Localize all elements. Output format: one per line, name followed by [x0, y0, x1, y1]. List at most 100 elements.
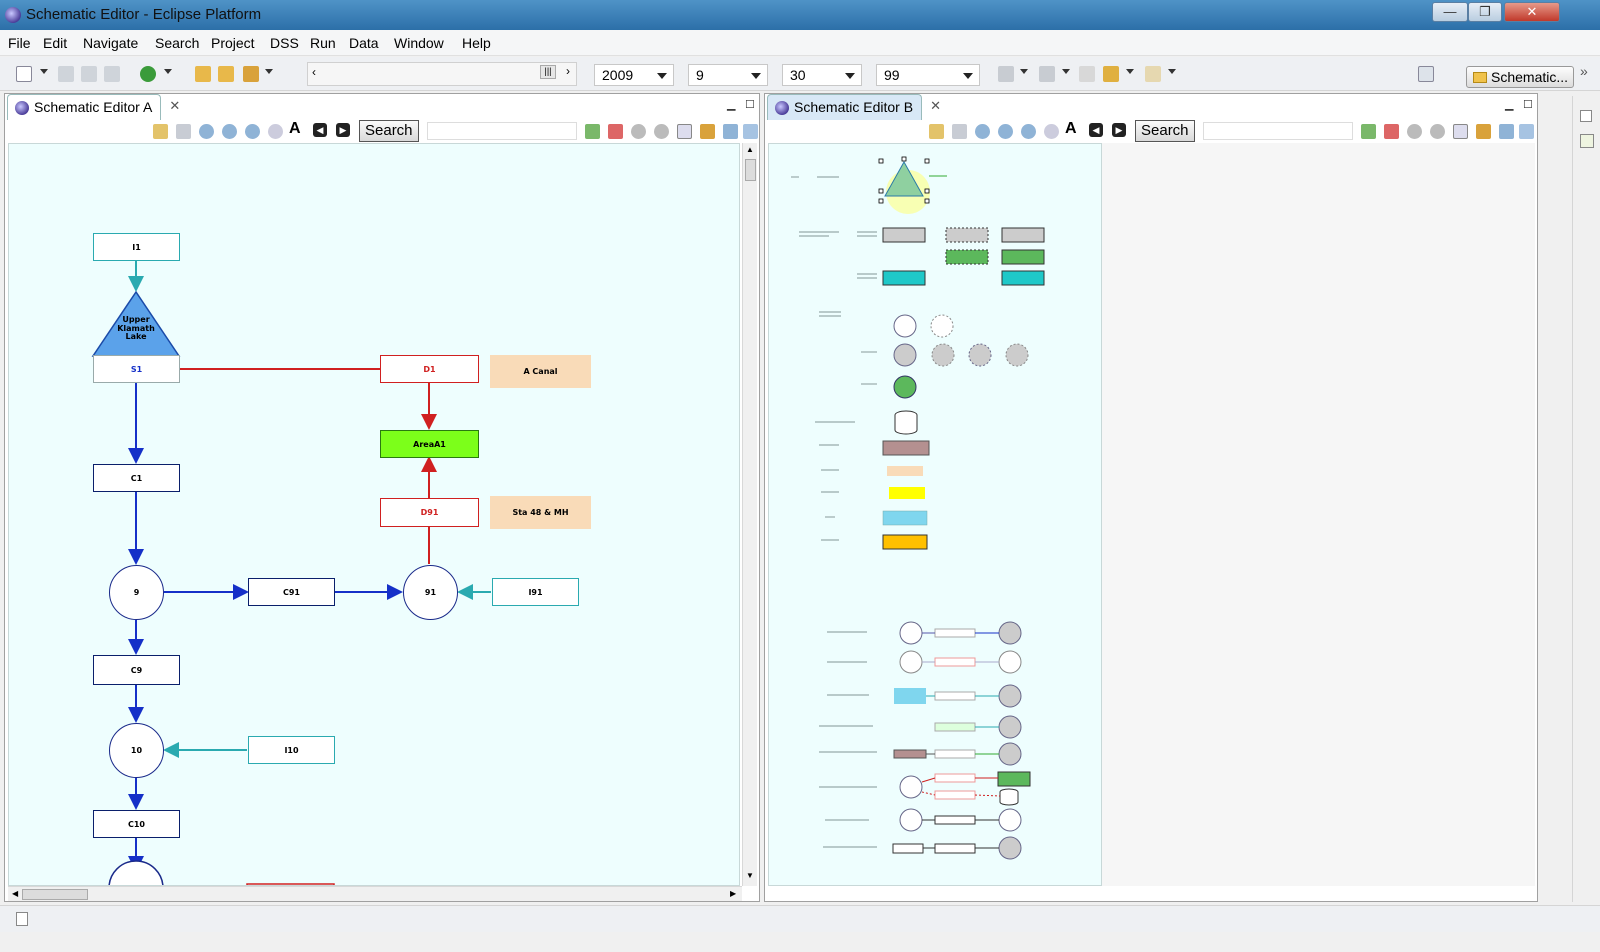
- scroll-right-icon[interactable]: ▶: [730, 889, 736, 898]
- new-icon[interactable]: [16, 66, 32, 82]
- save-all-icon[interactable]: [81, 66, 97, 82]
- pen-dropdown-icon[interactable]: [265, 69, 273, 74]
- forward-dropdown-icon[interactable]: [1168, 69, 1176, 74]
- redo-icon[interactable]: [654, 124, 669, 139]
- zoom-fit-icon[interactable]: [245, 124, 260, 139]
- open-folder-icon[interactable]: [218, 66, 234, 82]
- previous-icon[interactable]: ◀: [313, 123, 327, 137]
- previous-icon[interactable]: ◀: [1089, 123, 1103, 137]
- menu-search[interactable]: Search: [155, 35, 199, 51]
- menu-edit[interactable]: Edit: [43, 35, 67, 51]
- search-input[interactable]: [427, 122, 577, 140]
- font-icon[interactable]: A: [289, 120, 301, 138]
- menu-help[interactable]: Help: [462, 35, 491, 51]
- month-combo[interactable]: 9: [688, 64, 768, 86]
- zoom-icon[interactable]: [268, 124, 283, 139]
- zoom-in-icon[interactable]: [975, 124, 990, 139]
- paste-icon[interactable]: [1476, 124, 1491, 139]
- zoom-icon[interactable]: [1044, 124, 1059, 139]
- value-combo[interactable]: 99: [876, 64, 980, 86]
- tab-schematic-editor-a[interactable]: Schematic Editor A ✕: [7, 94, 180, 120]
- search-button[interactable]: Search: [1135, 120, 1195, 142]
- save-icon[interactable]: [952, 124, 967, 139]
- horizontal-scroll-thumb[interactable]: [22, 889, 88, 900]
- maximize-pane-icon[interactable]: ☐: [745, 98, 755, 111]
- slider-thumb[interactable]: |||: [540, 65, 556, 79]
- next-annotation-icon[interactable]: [998, 66, 1014, 82]
- export-icon[interactable]: [585, 124, 600, 139]
- run-dropdown-icon[interactable]: [164, 69, 172, 74]
- print-icon[interactable]: [104, 66, 120, 82]
- vertical-scroll-thumb[interactable]: [745, 159, 756, 181]
- print-icon[interactable]: [723, 124, 738, 139]
- prev-annotation-dropdown-icon[interactable]: [1062, 69, 1070, 74]
- time-slider[interactable]: ‹ ||| ›: [307, 62, 577, 86]
- undo-icon[interactable]: [631, 124, 646, 139]
- back-dropdown-icon[interactable]: [1126, 69, 1134, 74]
- font-icon[interactable]: A: [1065, 120, 1077, 138]
- node-i1[interactable]: I1: [93, 233, 180, 261]
- open-type-icon[interactable]: [195, 66, 211, 82]
- search-input[interactable]: [1203, 122, 1353, 140]
- save-icon[interactable]: [176, 124, 191, 139]
- back-icon[interactable]: [1103, 66, 1119, 82]
- undo-icon[interactable]: [1407, 124, 1422, 139]
- menu-navigate[interactable]: Navigate: [83, 35, 138, 51]
- prev-annotation-icon[interactable]: [1039, 66, 1055, 82]
- node-a-canal[interactable]: A Canal: [490, 355, 591, 388]
- node-i10[interactable]: I10: [248, 736, 335, 764]
- schematic-canvas-b[interactable]: [768, 143, 1102, 886]
- node-c91[interactable]: C91: [248, 578, 335, 606]
- maximize-button[interactable]: ❐: [1468, 2, 1502, 22]
- menu-window[interactable]: Window: [394, 35, 444, 51]
- layout-icon[interactable]: [1519, 124, 1534, 139]
- save-icon[interactable]: [58, 66, 74, 82]
- open-perspective-icon[interactable]: [1418, 66, 1434, 82]
- menu-dss[interactable]: DSS: [270, 35, 299, 51]
- layout-icon[interactable]: [743, 124, 758, 139]
- perspective-button[interactable]: Schematic...: [1466, 66, 1574, 88]
- node-junction-9[interactable]: 9: [109, 565, 164, 620]
- minimize-button[interactable]: —: [1432, 2, 1468, 22]
- next-annotation-dropdown-icon[interactable]: [1020, 69, 1028, 74]
- editor-icon[interactable]: [1580, 134, 1594, 148]
- last-edit-icon[interactable]: [1079, 66, 1095, 82]
- new-dropdown-icon[interactable]: [40, 69, 48, 74]
- horizontal-scrollbar[interactable]: ◀ ▶: [8, 886, 742, 901]
- delete-icon[interactable]: [1384, 124, 1399, 139]
- node-d91[interactable]: D91: [380, 498, 479, 527]
- close-tab-icon[interactable]: ✕: [930, 98, 941, 114]
- zoom-out-icon[interactable]: [998, 124, 1013, 139]
- vertical-scrollbar[interactable]: ▲ ▼: [742, 143, 757, 886]
- redo-icon[interactable]: [1430, 124, 1445, 139]
- import-icon[interactable]: [929, 124, 944, 139]
- node-s1[interactable]: S1: [93, 355, 180, 383]
- import-icon[interactable]: [153, 124, 168, 139]
- node-c1[interactable]: C1: [93, 464, 180, 492]
- close-button[interactable]: ✕: [1504, 2, 1560, 22]
- schematic-canvas-a[interactable]: I1 Upper Klamath Lake S1 D1 A Canal Area…: [8, 143, 740, 886]
- node-upper-klamath-lake[interactable]: Upper Klamath Lake: [115, 309, 157, 349]
- day-combo[interactable]: 30: [782, 64, 862, 86]
- minimize-pane-icon[interactable]: ▁: [1505, 98, 1513, 111]
- maximize-pane-icon[interactable]: ☐: [1523, 98, 1533, 111]
- zoom-fit-icon[interactable]: [1021, 124, 1036, 139]
- menu-project[interactable]: Project: [211, 35, 255, 51]
- node-area-a1[interactable]: AreaA1: [380, 430, 479, 458]
- menu-run[interactable]: Run: [310, 35, 336, 51]
- slider-right-icon[interactable]: ›: [566, 64, 570, 78]
- delete-icon[interactable]: [608, 124, 623, 139]
- fast-view-icon[interactable]: [16, 912, 28, 926]
- print-icon[interactable]: [1499, 124, 1514, 139]
- next-icon[interactable]: ▶: [336, 123, 350, 137]
- slider-left-icon[interactable]: ‹: [312, 65, 316, 79]
- forward-icon[interactable]: [1145, 66, 1161, 82]
- scroll-left-icon[interactable]: ◀: [12, 889, 18, 898]
- node-junction-10[interactable]: 10: [109, 723, 164, 778]
- paste-icon[interactable]: [700, 124, 715, 139]
- zoom-in-icon[interactable]: [199, 124, 214, 139]
- menu-file[interactable]: File: [8, 35, 31, 51]
- node-c10[interactable]: C10: [93, 810, 180, 838]
- node-i91[interactable]: I91: [492, 578, 579, 606]
- tab-schematic-editor-b[interactable]: Schematic Editor B ✕: [767, 94, 941, 120]
